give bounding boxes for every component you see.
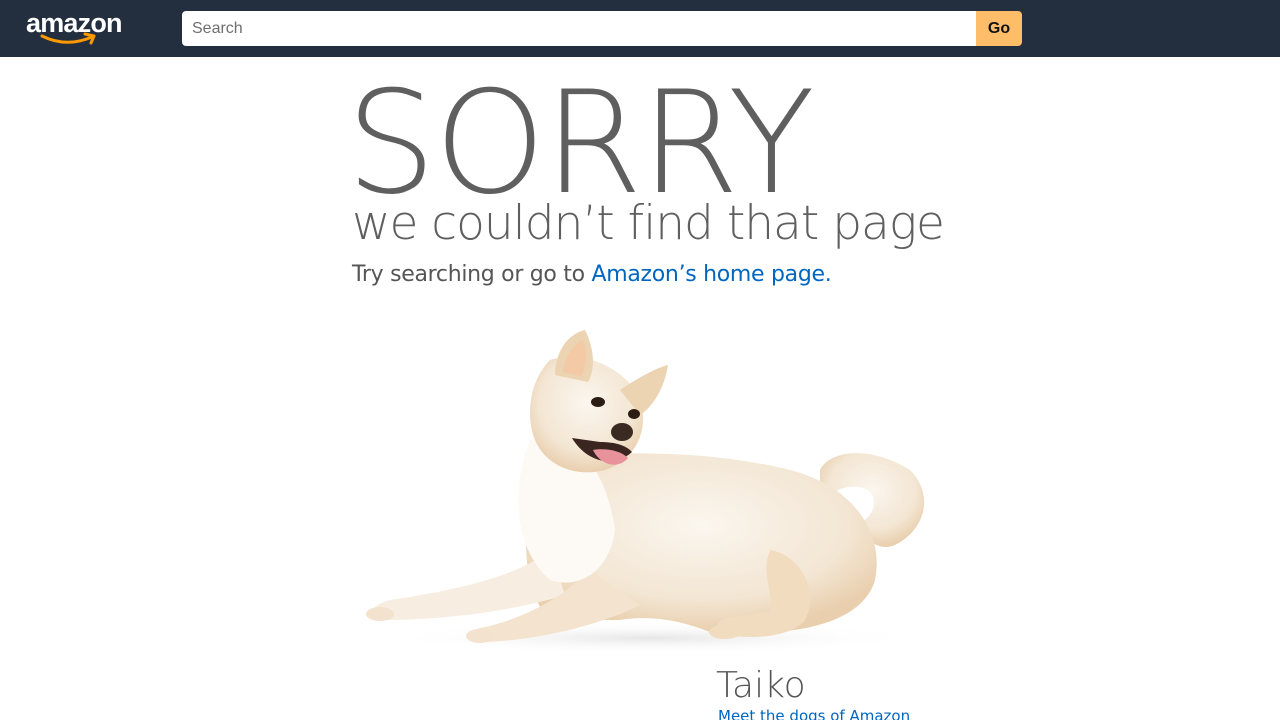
not-found-subtitle: we couldn’t find that page — [352, 196, 945, 251]
sorry-headline: SORRY — [346, 61, 815, 226]
dog-image — [366, 330, 925, 654]
go-button[interactable]: Go — [976, 11, 1022, 46]
try-suffix: . — [824, 262, 832, 287]
try-prefix: Try searching or go to — [352, 262, 592, 287]
smile-arrow-icon — [40, 32, 96, 45]
search-input[interactable] — [182, 11, 977, 46]
try-searching-text: Try searching or go to Amazon’s home pag… — [352, 260, 832, 290]
amazon-logo[interactable]: amazon — [26, 6, 130, 46]
home-page-link[interactable]: Amazon’s home page — [591, 262, 825, 287]
meet-the-dogs-link[interactable]: Meet the dogs of Amazon — [718, 706, 910, 720]
top-header: amazon Go — [0, 0, 1280, 57]
search-bar: Go — [182, 11, 1022, 46]
dog-name: Taiko — [716, 665, 806, 706]
